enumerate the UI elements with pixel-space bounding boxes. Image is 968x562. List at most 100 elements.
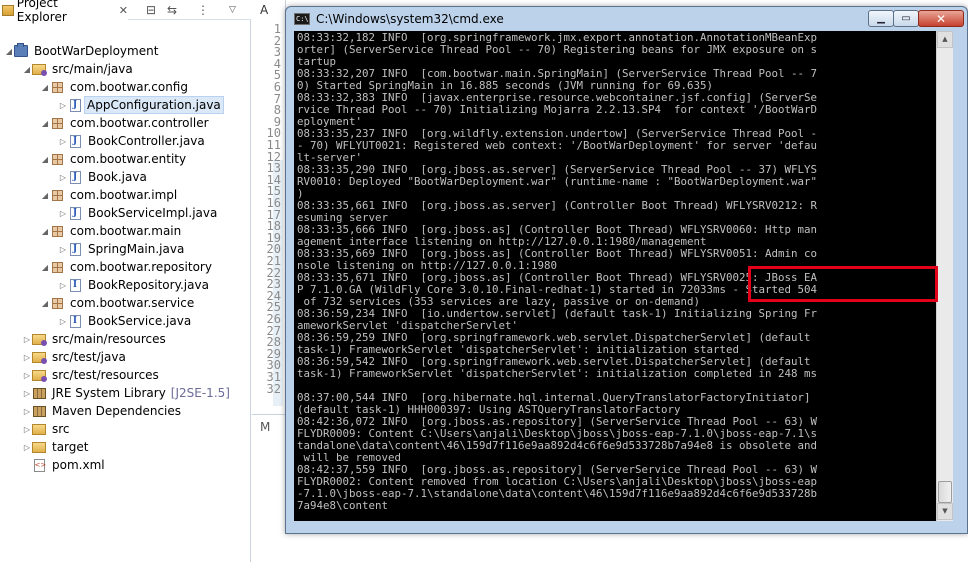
expanded-arrow-icon[interactable]: ◢ [4,47,14,56]
tree-item[interactable]: ▷ src/main/resources [22,330,170,348]
collapsed-arrow-icon[interactable]: ▷ [22,443,32,452]
expanded-arrow-icon[interactable]: ◢ [22,65,32,74]
editor-tab-label: A [260,3,269,17]
console-line: 08:33:35,661 INFO [org.jboss.as.server] … [297,200,818,212]
tree-item[interactable]: ▷ I BookService.java [58,312,195,330]
tree-item[interactable]: ▷ src/test/resources [22,366,163,384]
package-icon-shape [51,117,63,129]
collapsed-arrow-icon[interactable]: ▷ [58,101,68,110]
cmd-title-bar[interactable]: C:\ C:\Windows\system32\cmd.exe ▁ ▭ ✕ [286,7,967,31]
minimize-button[interactable]: ▁ [868,10,894,27]
expanded-arrow-icon[interactable]: ◢ [40,299,50,308]
collapsed-arrow-icon[interactable]: ▷ [58,173,68,182]
collapse-all-icon[interactable]: ⊟ [146,3,156,17]
bottom-panel-tab[interactable]: M [252,414,286,438]
vertical-scrollbar[interactable]: ▲ ▼ [936,31,953,521]
tab-project-explorer[interactable]: Project Explorer ✕ [0,0,128,24]
library-icon-shape [32,387,46,399]
console-line: nsole listening on http://127.0.0.1:1980 [297,260,558,272]
scroll-down-icon[interactable]: ▼ [937,503,953,520]
scroll-up-icon[interactable]: ▲ [937,31,953,48]
tree-item[interactable]: ▷ target [22,438,93,456]
console-line: 08:33:35,237 INFO [org.wildfly.extension… [297,128,818,140]
collapsed-arrow-icon[interactable]: ▷ [22,407,32,416]
package-icon [50,188,64,202]
package-icon [50,296,64,310]
console-line: 08:33:35,666 INFO [org.jboss.as] (Contro… [297,224,818,236]
tree-item[interactable]: ◢ com.bootwar.entity [40,150,190,168]
tree-item[interactable]: ▷ src [22,420,74,438]
tree-item[interactable]: ▷ src/test/java [22,348,130,366]
link-with-editor-icon[interactable]: ⇆ [167,3,177,17]
scrollbar-thumb[interactable] [938,481,952,503]
console-line: - 70) WFLYUT0021: Registered web context… [297,140,818,152]
collapsed-arrow-icon[interactable]: ▷ [58,281,68,290]
tree-item-label: Book.java [88,170,147,184]
tab-label: Project Explorer [16,0,67,24]
tree-item[interactable]: ▷ I BookRepository.java [58,276,213,294]
java-file-icon: J [68,242,82,256]
tree-item-label: BookService.java [88,314,192,328]
tree-item-label: com.bootwar.config [70,80,188,94]
collapsed-arrow-icon[interactable]: ▷ [58,317,68,326]
collapsed-arrow-icon[interactable]: ▷ [22,425,32,434]
tree-item[interactable]: ▷ J BookServiceImpl.java [58,204,221,222]
library-icon-shape [32,405,46,417]
tree-item-label: pom.xml [52,458,105,472]
filters-icon[interactable]: ⋮ [197,3,209,17]
tree-item[interactable]: ▷ J Book.java [58,168,151,186]
console-line: -7.1.0\jboss-eap-7.1\standalone\data\con… [297,488,818,500]
tree-item-label: src/main/resources [52,332,166,346]
console-line: esuming server [297,212,389,224]
collapsed-arrow-icon[interactable]: ▷ [58,209,68,218]
tree-item[interactable]: ◢ com.bootwar.controller [40,114,213,132]
folder-icon-shape [32,423,46,435]
tree-item[interactable]: ▷ J SpringMain.java [58,240,188,258]
tree-item-label: src/main/java [52,62,133,76]
tree-item[interactable]: ◢ com.bootwar.impl [40,186,181,204]
console-output[interactable]: 08:33:32,182 INFO [org.springframework.j… [294,31,936,521]
java-file-icon-shape: J [69,170,81,184]
tree-item-label: BookServiceImpl.java [88,206,218,220]
tree-item[interactable]: ◢ BootWarDeployment [4,42,162,60]
expanded-arrow-icon[interactable]: ◢ [40,155,50,164]
maximize-button[interactable]: ▭ [893,10,919,27]
tree-item[interactable]: ◢ com.bootwar.config [40,78,192,96]
cmd-window: C:\ C:\Windows\system32\cmd.exe ▁ ▭ ✕ 08… [285,6,968,534]
collapsed-arrow-icon[interactable]: ▷ [22,371,32,380]
view-menu-icon[interactable]: ▽ [229,5,236,15]
collapsed-arrow-icon[interactable]: ▷ [22,389,32,398]
collapsed-arrow-icon[interactable]: ▷ [22,335,32,344]
tree-item[interactable]: ◢ com.bootwar.main [40,222,185,240]
java-file-icon: J [68,98,82,112]
expanded-arrow-icon[interactable]: ◢ [40,263,50,272]
close-icon[interactable]: ✕ [119,4,128,17]
tree-item[interactable]: <> pom.xml [22,456,109,474]
collapsed-arrow-icon[interactable]: ▷ [22,353,32,362]
console-line: orter] (ServerService Thread Pool -- 70)… [297,44,818,56]
close-button[interactable]: ✕ [918,10,964,27]
tree-item[interactable]: ◢ com.bootwar.repository [40,258,216,276]
expanded-arrow-icon[interactable]: ◢ [40,227,50,236]
tree-item[interactable]: ◢ src/main/java [22,60,137,78]
console-line: (default task-1) HHH000397: Using ASTQue… [297,404,681,416]
expanded-arrow-icon[interactable]: ◢ [40,191,50,200]
project-icon [14,43,28,58]
tree-item[interactable]: ▷ Maven Dependencies [22,402,185,420]
expanded-arrow-icon[interactable]: ◢ [40,119,50,128]
expanded-arrow-icon[interactable]: ◢ [40,83,50,92]
package-icon [50,224,64,238]
console-line: tandalone\data\content\46\159d7f116e9aa8… [297,440,818,452]
tree-item[interactable]: ▷ JRE System Library [J2SE-1.5] [22,384,234,402]
source-folder-icon [32,350,47,364]
console-line: ) [297,188,304,200]
tree-item[interactable]: ▷ J AppConfiguration.java [58,96,224,114]
tree-item[interactable]: ◢ com.bootwar.service [40,294,198,312]
java-file-icon-shape: J [69,98,81,112]
java-file-icon-shape: J [69,242,81,256]
editor-tab[interactable]: A [252,0,286,20]
collapsed-arrow-icon[interactable]: ▷ [58,137,68,146]
tree-item[interactable]: ▷ J BookController.java [58,132,209,150]
collapsed-arrow-icon[interactable]: ▷ [58,245,68,254]
